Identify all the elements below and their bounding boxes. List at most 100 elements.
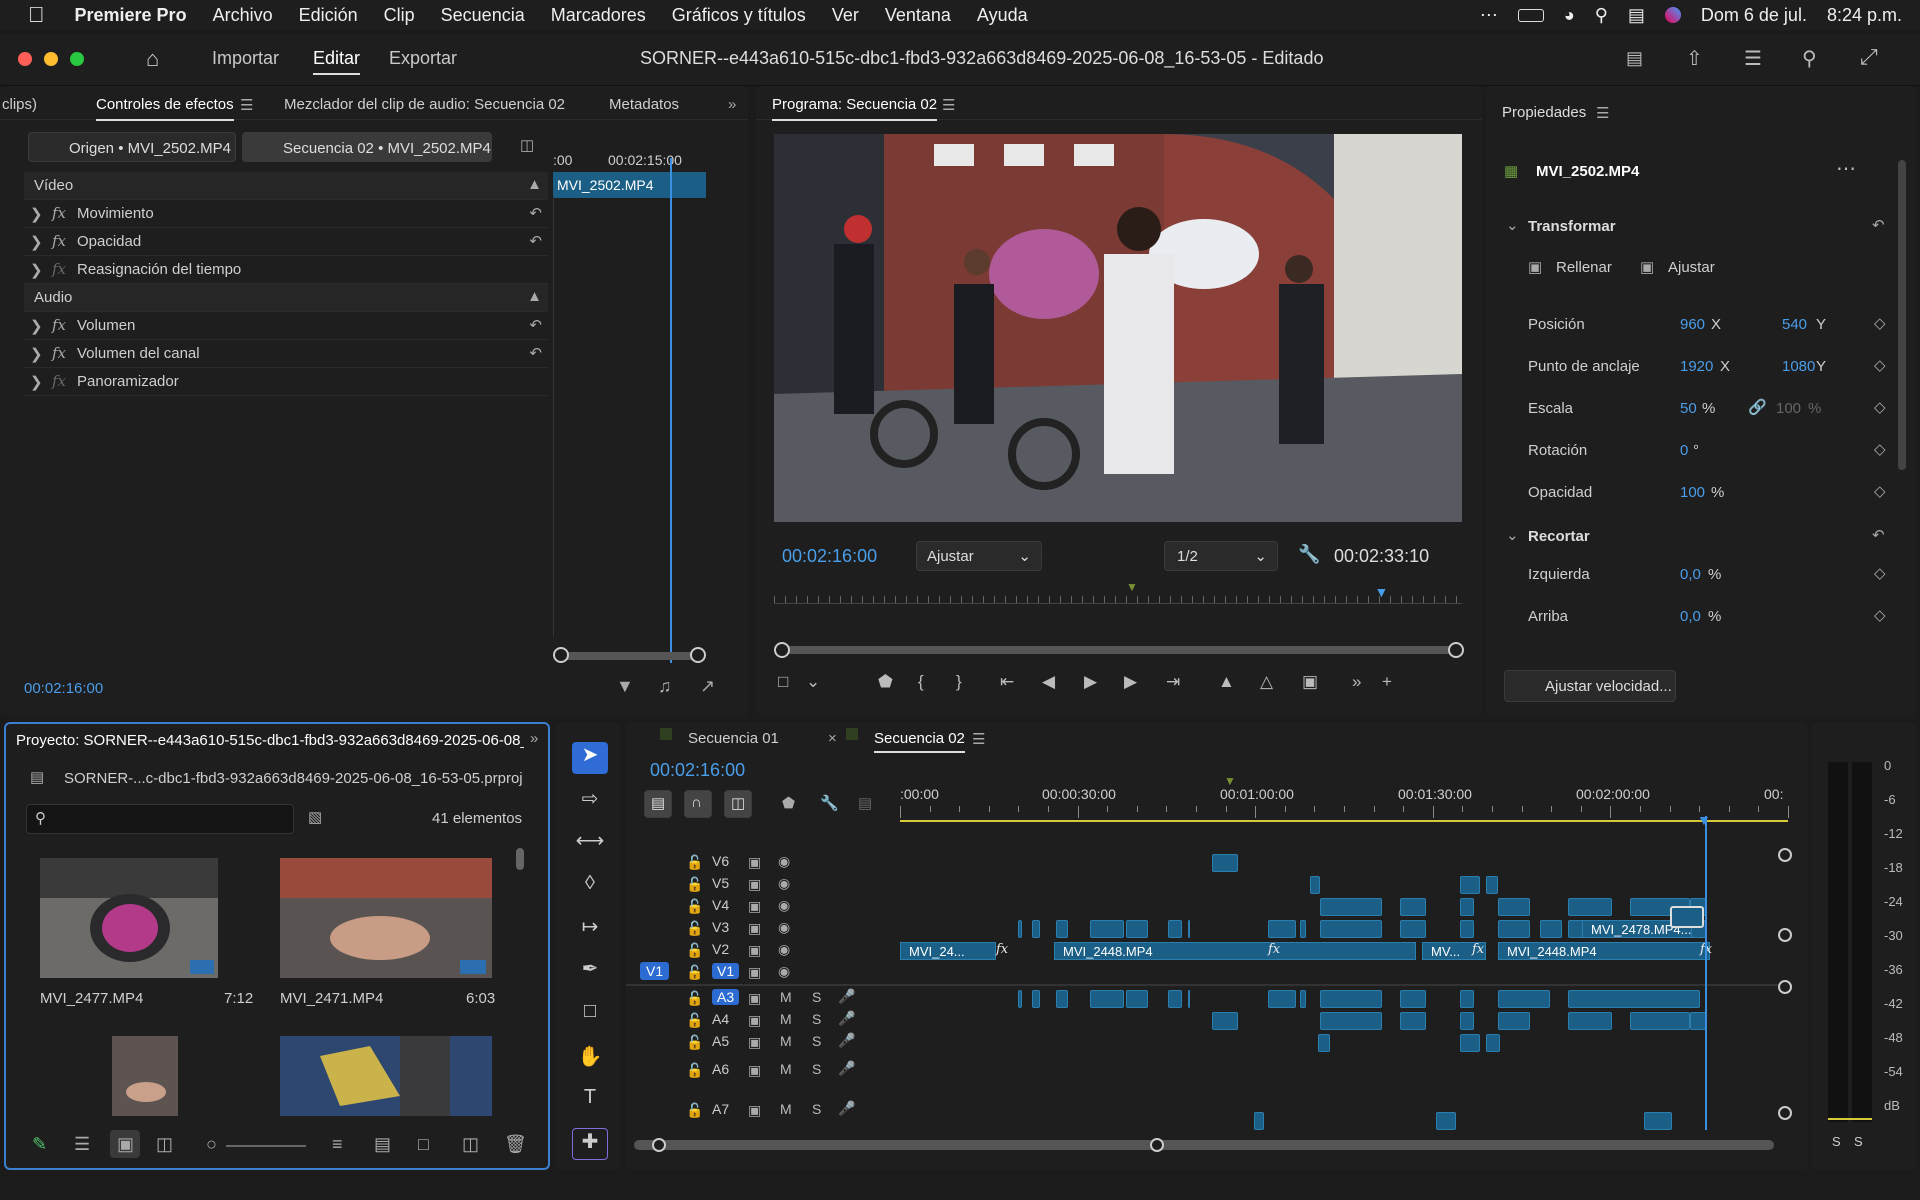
property-value-1[interactable]: 1920 <box>1680 358 1713 375</box>
eye-icon[interactable]: ◉ <box>778 897 790 914</box>
pen-tool-icon[interactable]: ✒ <box>572 956 608 988</box>
mute-button[interactable]: M <box>780 1101 792 1117</box>
clip-a3[interactable] <box>1268 990 1296 1008</box>
reset-icon[interactable]: ↶ <box>1872 216 1885 234</box>
lock-icon[interactable]: 🔓 <box>686 876 703 893</box>
tab-effect-controls[interactable]: Controles de efectos <box>96 96 234 121</box>
fx-icon[interactable]: fx <box>52 316 66 334</box>
keyframe-icon[interactable]: ◇ <box>1874 482 1886 500</box>
lock-icon[interactable]: 🔓 <box>686 1012 703 1029</box>
solo-button[interactable]: S <box>812 1011 821 1027</box>
settings-wrench-icon[interactable]: 🔧 <box>820 794 839 812</box>
microphone-icon[interactable]: 🎤 <box>838 1010 855 1027</box>
clip-v3[interactable] <box>1032 920 1040 938</box>
source-patch-v1[interactable]: V1 <box>640 962 670 980</box>
resolution-dropdown[interactable]: 1/2 ⌄ <box>1164 541 1278 571</box>
freeform-view-icon[interactable]: ◫ <box>156 1134 173 1155</box>
keyframe-icon[interactable]: ◇ <box>1874 398 1886 416</box>
property-value-1[interactable]: 50 <box>1680 400 1697 417</box>
list-view-icon[interactable]: ☰ <box>74 1134 90 1155</box>
clip-v3[interactable] <box>1018 920 1022 938</box>
clip-a7[interactable] <box>1644 1112 1672 1130</box>
effect-row-volumen[interactable]: ❯ fx Volumen ↶ <box>24 312 548 340</box>
effect-row-panoramizador[interactable]: ❯ fx Panoramizador <box>24 368 548 396</box>
share-icon[interactable]: ⇧ <box>1686 46 1703 71</box>
play-icon[interactable]: ▶ <box>1084 672 1097 692</box>
menu-ventana[interactable]: Ventana <box>885 5 951 26</box>
app-menu[interactable]: Premiere Pro <box>75 5 187 26</box>
menu-edicion[interactable]: Edición <box>299 5 358 26</box>
clip-v3[interactable] <box>1168 920 1182 938</box>
loop-audio-icon[interactable]: ♫ <box>658 676 672 697</box>
eye-icon[interactable]: ◉ <box>778 919 790 936</box>
expand-icon[interactable]: ❯ <box>30 373 43 391</box>
sync-lock-icon[interactable]: ▣ <box>748 942 761 959</box>
go-to-out-icon[interactable]: ⇥ <box>1166 672 1180 692</box>
tab-sequence-01[interactable]: Secuencia 01 <box>688 730 779 747</box>
more-options-icon[interactable]: ⋯ <box>1836 156 1856 181</box>
panel-menu-icon[interactable]: ☰ <box>942 96 955 114</box>
control-center-icon[interactable]: ▤ <box>1628 5 1645 26</box>
export-frame-icon[interactable]: ↗ <box>700 676 715 697</box>
menu-ver[interactable]: Ver <box>832 5 859 26</box>
timeline-ruler[interactable]: :00:00 00:00:30:00 00:01:00:00 00:01:30:00 0… <box>900 786 1789 822</box>
lock-icon[interactable]: 🔓 <box>686 964 703 981</box>
tab-clips[interactable]: clips) <box>2 96 37 113</box>
clip-v2[interactable]: MVI_24... <box>900 942 996 960</box>
home-icon[interactable]: ⌂ <box>146 46 159 72</box>
ec-clip-bar[interactable]: MVI_2502.MP4 <box>553 172 706 198</box>
fx-badge-icon[interactable]: fx <box>1268 942 1280 957</box>
step-back-icon[interactable]: ◀ <box>1042 672 1055 692</box>
activity-icon[interactable]: ⋯ <box>1480 5 1498 26</box>
sync-lock-icon[interactable]: ▣ <box>748 1034 761 1051</box>
more-buttons-icon[interactable]: » <box>1352 672 1361 692</box>
clip-v3[interactable] <box>1268 920 1296 938</box>
track-label-a3[interactable]: A3 <box>712 989 740 1005</box>
clip-a3[interactable] <box>1032 990 1040 1008</box>
property-value-2[interactable]: 1080 <box>1782 358 1815 375</box>
properties-scrollbar[interactable] <box>1898 160 1906 470</box>
clip-a3[interactable] <box>1300 990 1306 1008</box>
nest-icon[interactable]: ▤ <box>644 790 672 818</box>
clip-a7[interactable] <box>1254 1112 1264 1130</box>
clip-a5[interactable] <box>1486 1034 1500 1052</box>
program-playhead[interactable]: ▼ <box>1375 584 1389 600</box>
clip-v3[interactable] <box>1188 920 1190 938</box>
sync-lock-icon[interactable]: ▣ <box>748 1012 761 1029</box>
clip-a4[interactable] <box>1690 1012 1706 1030</box>
track-label-v2[interactable]: V2 <box>712 941 729 957</box>
clip-v2[interactable]: MVI_2448.MP4 <box>1498 942 1710 960</box>
clip-v3[interactable] <box>1540 920 1562 938</box>
solo-button[interactable]: S <box>812 1033 821 1049</box>
wrench-icon[interactable]: 🔧 <box>1298 544 1320 565</box>
sync-lock-icon[interactable]: ▣ <box>748 990 761 1007</box>
clip-v3[interactable] <box>1400 920 1426 938</box>
siri-icon[interactable] <box>1664 7 1681 23</box>
fill-icon[interactable]: ▣ <box>1528 258 1542 276</box>
track-select-tool-icon[interactable]: ⇨ <box>572 786 608 818</box>
keyframe-icon[interactable]: ◇ <box>1874 606 1886 624</box>
property-value-1[interactable]: 0 <box>1680 442 1688 459</box>
razor-tool-icon[interactable]: ◊ <box>572 872 608 904</box>
clip-a4[interactable] <box>1630 1012 1690 1030</box>
slip-tool-icon[interactable]: ↦ <box>572 914 608 946</box>
clip-a3[interactable] <box>1568 990 1700 1008</box>
crop-top-value[interactable]: 0,0 <box>1680 608 1701 625</box>
workspace-exportar[interactable]: Exportar <box>389 48 457 69</box>
menu-clip[interactable]: Clip <box>384 5 415 26</box>
timeline-marker-icon[interactable]: ▼ <box>1224 774 1236 788</box>
clip-a5[interactable] <box>1318 1034 1330 1052</box>
snap-icon[interactable]: ∩ <box>684 790 712 818</box>
eye-icon[interactable]: ◉ <box>778 941 790 958</box>
effect-row-opacidad[interactable]: ❯ fx Opacidad ↶ <box>24 228 548 256</box>
program-zoom-scrollbar[interactable] <box>780 646 1456 654</box>
icon-view-icon[interactable]: ▣ <box>110 1130 140 1158</box>
timeline-zoom-left[interactable] <box>652 1138 666 1152</box>
collapse-icon[interactable]: ▲ <box>527 288 542 305</box>
trash-icon[interactable]: 🗑 <box>504 1134 527 1155</box>
solo-button[interactable]: S <box>812 1101 821 1117</box>
clip-v3[interactable] <box>1126 920 1148 938</box>
track-scroll-handle[interactable] <box>1778 980 1792 994</box>
generative-tool-icon[interactable]: ✚ <box>572 1128 608 1160</box>
solo-button[interactable]: S <box>812 1061 821 1077</box>
